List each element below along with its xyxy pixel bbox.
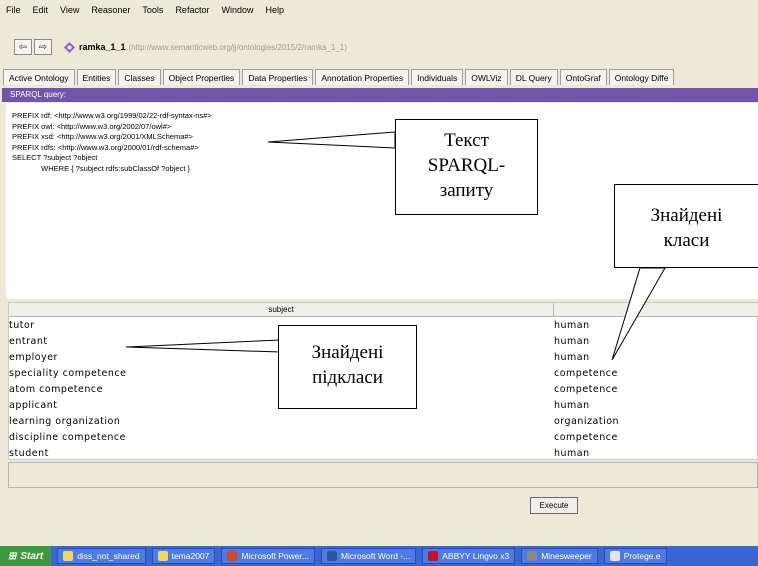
status-panel <box>8 462 758 488</box>
sparql-query-header: SPARQL query: <box>2 88 758 102</box>
ontology-uri: (http://www.semanticweb.org/jj/ontologie… <box>128 42 347 52</box>
ontology-diamond-icon <box>64 41 75 53</box>
folder-icon <box>63 551 74 561</box>
cell-object: organization <box>554 416 620 427</box>
powerpoint-icon <box>227 551 238 561</box>
query-line: PREFIX rdfs: <http://www.w3.org/2000/01/… <box>12 142 199 152</box>
cell-object: human <box>554 320 590 331</box>
callout-line: SPARQL- <box>427 155 506 176</box>
navigation-bar: ⇦ ⇨ ramka_1_1 (http://www.semanticweb.or… <box>0 36 758 58</box>
cell-subject: applicant <box>9 400 58 411</box>
menu-refactor[interactable]: Refactor <box>175 5 209 15</box>
column-header-subject[interactable]: subject <box>9 303 554 317</box>
taskbar-item-protege[interactable]: Protege.e <box>603 548 667 564</box>
tab-classes[interactable]: Classes <box>118 69 161 85</box>
menu-help[interactable]: Help <box>265 5 284 15</box>
table-row[interactable]: learning organization organization <box>9 414 758 430</box>
menu-reasoner[interactable]: Reasoner <box>91 5 130 15</box>
tab-data-properties[interactable]: Data Properties <box>242 69 314 85</box>
menu-edit[interactable]: Edit <box>33 5 49 15</box>
cell-subject: atom competence <box>9 384 103 395</box>
back-button[interactable]: ⇦ <box>14 39 32 55</box>
callout-line: класи <box>663 230 710 251</box>
query-line: WHERE { ?subject rdfs:subClassOf ?object… <box>12 163 190 173</box>
query-line: PREFIX owl: <http://www.w3.org/2002/07/o… <box>12 121 172 131</box>
tab-individuals[interactable]: Individuals <box>411 69 464 85</box>
cell-object: competence <box>554 432 618 443</box>
taskbar-item-label: diss_not_shared <box>77 551 140 561</box>
cell-subject: employer <box>9 352 58 363</box>
callout-line: підкласи <box>312 367 383 388</box>
menu-view[interactable]: View <box>60 5 79 15</box>
callout-found-subclasses: Знайдені підкласи <box>278 325 417 409</box>
taskbar-item-diss-not-shared[interactable]: diss_not_shared <box>57 548 146 564</box>
tab-ontology-differences[interactable]: Ontology Diffe <box>608 69 675 85</box>
taskbar-item-minesweeper[interactable]: Minesweeper <box>521 548 598 564</box>
windows-logo-icon: ⊞ <box>8 550 17 562</box>
tab-dl-query[interactable]: DL Query <box>509 69 558 85</box>
taskbar-item-label: tema2007 <box>171 551 210 561</box>
taskbar-item-label: ABBYY Lingvo x3 <box>442 551 510 561</box>
cell-object: competence <box>554 368 618 379</box>
callout-line: Текст <box>444 130 489 151</box>
query-line: PREFIX rdf: <http://www.w3.org/1999/02/2… <box>12 111 212 120</box>
taskbar-item-label: Minesweeper <box>541 551 592 561</box>
query-line: SELECT ?subject ?object <box>12 153 98 162</box>
tab-owlviz[interactable]: OWLViz <box>465 69 508 85</box>
cell-object: human <box>554 336 590 347</box>
cell-object: human <box>554 352 590 363</box>
minesweeper-icon <box>527 551 538 561</box>
tab-object-properties[interactable]: Object Properties <box>162 69 241 85</box>
word-icon <box>326 551 337 561</box>
taskbar-item-tema2007[interactable]: tema2007 <box>151 548 216 564</box>
menu-file[interactable]: File <box>6 5 21 15</box>
query-line: PREFIX xsd: <http://www.w3.org/2001/XMLS… <box>12 132 193 141</box>
arrow-left-icon: ⇦ <box>18 41 28 53</box>
cell-object: competence <box>554 384 618 395</box>
tab-bar: Active Ontology Entities Classes Object … <box>0 66 758 85</box>
cell-object: human <box>554 448 590 459</box>
cell-subject: entrant <box>9 336 48 347</box>
column-header-object[interactable] <box>554 303 758 317</box>
cell-subject: student <box>9 448 49 459</box>
menu-window[interactable]: Window <box>221 5 253 15</box>
tab-active-ontology[interactable]: Active Ontology <box>3 69 75 85</box>
callout-line: Знайдені <box>311 342 384 363</box>
taskbar-item-label: Protege.e <box>623 551 661 561</box>
arrow-right-icon: ⇨ <box>38 41 48 53</box>
cell-object: human <box>554 400 590 411</box>
taskbar-item-powerpoint[interactable]: Microsoft Power... <box>221 548 315 564</box>
windows-taskbar: ⊞ Start diss_not_shared tema2007 Microso… <box>0 546 758 566</box>
start-label: Start <box>20 550 44 562</box>
menu-bar: File Edit View Reasoner Tools Refactor W… <box>0 0 758 20</box>
callout-line: запиту <box>439 180 494 201</box>
execute-button[interactable]: Execute <box>530 497 578 514</box>
lingvo-icon <box>428 551 439 561</box>
taskbar-item-lingvo[interactable]: ABBYY Lingvo x3 <box>422 548 516 564</box>
tab-entities[interactable]: Entities <box>76 69 117 85</box>
table-row[interactable]: student human <box>9 446 758 462</box>
cell-subject: tutor <box>9 320 35 331</box>
taskbar-item-word[interactable]: Microsoft Word -... <box>320 548 417 564</box>
start-button[interactable]: ⊞ Start <box>0 546 52 566</box>
forward-button[interactable]: ⇨ <box>34 39 52 55</box>
tab-annotation-properties[interactable]: Annotation Properties <box>315 69 410 85</box>
callout-query-text: Текст SPARQL- запиту <box>395 119 538 215</box>
cell-subject: discipline competence <box>9 432 126 443</box>
ontology-name: ramka_1_1 <box>79 42 126 52</box>
protege-icon <box>609 551 620 561</box>
cell-subject: learning organization <box>9 416 121 427</box>
taskbar-item-label: Microsoft Power... <box>241 551 309 561</box>
callout-found-classes: Знайдені класи <box>614 184 758 268</box>
taskbar-item-label: Microsoft Word -... <box>340 551 411 561</box>
folder-icon <box>157 551 168 561</box>
cell-subject: speciality competence <box>9 368 127 379</box>
callout-line: Знайдені <box>650 205 723 226</box>
tab-ontograf[interactable]: OntoGraf <box>559 69 607 85</box>
menu-tools[interactable]: Tools <box>142 5 163 15</box>
table-row[interactable]: discipline competence competence <box>9 430 758 446</box>
